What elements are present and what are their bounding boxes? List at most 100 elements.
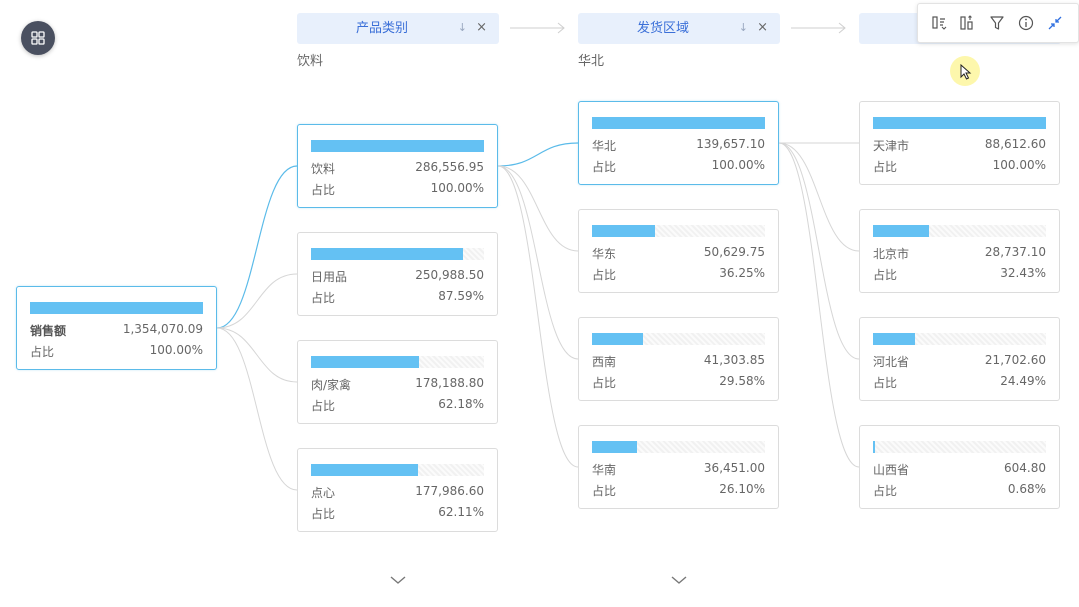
node-value: 50,629.75	[703, 245, 765, 259]
bar-track	[592, 333, 765, 345]
node-card-beverage[interactable]: 饮料 286,556.95 占比 100.00%	[297, 124, 498, 208]
node-card-hebei[interactable]: 河北省 21,702.60 占比 24.49%	[859, 317, 1060, 401]
column-header-product-category[interactable]: 产品类别 ↓ ×	[297, 13, 499, 44]
bar-track	[592, 117, 765, 129]
link-beverage-east	[497, 165, 579, 252]
close-icon[interactable]: ×	[476, 13, 487, 43]
node-card-snacks[interactable]: 点心 177,986.60 占比 62.11%	[297, 448, 498, 532]
bar-track	[873, 117, 1046, 129]
link-north-shanxi	[778, 142, 860, 468]
menu-grid-button[interactable]	[21, 21, 55, 55]
node-label: 天津市	[873, 139, 910, 153]
node-label: 河北省	[873, 355, 910, 369]
node-card-beijing[interactable]: 北京市 28,737.10 占比 32.43%	[859, 209, 1060, 293]
node-card-meat-poultry[interactable]: 肉/家禽 178,188.80 占比 62.18%	[297, 340, 498, 424]
chevron-down-icon[interactable]	[388, 574, 408, 586]
link-north-hebei	[778, 142, 860, 360]
filter-icon[interactable]	[988, 14, 1006, 32]
bar-fill	[592, 333, 643, 345]
bar-fill	[873, 225, 929, 237]
node-card-tianjin[interactable]: 天津市 88,612.60 占比 100.00%	[859, 101, 1060, 185]
node-card-shanxi[interactable]: 山西省 604.80 占比 0.68%	[859, 425, 1060, 509]
bar-track	[311, 248, 484, 260]
link-root-snack	[216, 327, 298, 491]
node-pct-label: 占比	[311, 183, 336, 197]
node-pct: 87.59%	[438, 289, 484, 303]
node-pct: 29.58%	[719, 374, 765, 388]
node-card-south-china[interactable]: 华南 36,451.00 占比 26.10%	[578, 425, 779, 509]
node-pct: 62.11%	[438, 505, 484, 519]
node-value: 139,657.10	[696, 137, 765, 151]
bar-fill	[311, 356, 419, 368]
bar-fill	[592, 117, 765, 129]
node-value: 286,556.95	[415, 160, 484, 174]
bar-track	[592, 441, 765, 453]
node-pct: 100.00%	[992, 158, 1046, 172]
node-pct-label: 占比	[873, 160, 898, 174]
bar-track	[873, 333, 1046, 345]
node-card-southwest[interactable]: 西南 41,303.85 占比 29.58%	[578, 317, 779, 401]
bar-track	[311, 140, 484, 152]
collapse-icon[interactable]	[1046, 14, 1064, 32]
mouse-pointer-icon	[960, 64, 972, 80]
node-pct-label: 占比	[592, 376, 617, 390]
node-card-daily-goods[interactable]: 日用品 250,988.50 占比 87.59%	[297, 232, 498, 316]
node-label: 饮料	[311, 162, 336, 176]
node-pct-label: 占比	[592, 268, 617, 282]
node-pct: 100.00%	[711, 158, 765, 172]
node-pct-label: 占比	[311, 399, 336, 413]
column-header-label: 产品类别	[355, 21, 408, 36]
bar-fill	[311, 464, 418, 476]
node-pct: 32.43%	[1000, 266, 1046, 280]
node-value: 21,702.60	[984, 353, 1046, 367]
link-beverage-north	[497, 142, 579, 167]
node-label: 西南	[592, 355, 617, 369]
node-label: 北京市	[873, 247, 910, 261]
bar-fill	[592, 225, 655, 237]
node-value: 250,988.50	[415, 268, 484, 282]
node-pct: 36.25%	[719, 266, 765, 280]
node-label: 销售额	[30, 324, 67, 338]
column-header-shipping-region[interactable]: 发货区域 ↓ ×	[578, 13, 780, 44]
node-label: 山西省	[873, 463, 910, 477]
bar-fill	[311, 140, 484, 152]
close-icon[interactable]: ×	[757, 13, 768, 43]
node-pct: 0.68%	[1007, 482, 1046, 496]
bar-compare-icon[interactable]	[958, 14, 976, 32]
grid-icon	[31, 31, 45, 45]
sort-icon[interactable]: ↓	[458, 21, 467, 34]
chart-toolbar	[917, 3, 1079, 43]
node-label: 点心	[311, 486, 336, 500]
info-icon[interactable]	[1017, 14, 1035, 32]
node-card-east-china[interactable]: 华东 50,629.75 占比 36.25%	[578, 209, 779, 293]
arrow-right-icon	[791, 22, 846, 34]
sort-icon[interactable]: ↓	[739, 21, 748, 34]
column-breadcrumb: 饮料	[297, 54, 324, 69]
chevron-down-icon[interactable]	[669, 574, 689, 586]
bar-track	[311, 464, 484, 476]
node-value: 1,354,070.09	[122, 322, 203, 336]
bar-fill	[311, 248, 463, 260]
node-label: 华东	[592, 247, 617, 261]
node-value: 41,303.85	[703, 353, 765, 367]
link-root-daily	[216, 273, 298, 329]
node-pct: 24.49%	[1000, 374, 1046, 388]
node-label: 日用品	[311, 270, 348, 284]
bar-fill	[873, 441, 875, 453]
node-value: 88,612.60	[984, 137, 1046, 151]
bar-track	[873, 225, 1046, 237]
node-card-north-china[interactable]: 华北 139,657.10 占比 100.00%	[578, 101, 779, 185]
node-label: 华南	[592, 463, 617, 477]
link-north-beijing	[778, 142, 860, 252]
node-pct: 100.00%	[430, 181, 484, 195]
node-pct-label: 占比	[873, 268, 898, 282]
sort-switch-icon[interactable]	[930, 14, 948, 32]
node-pct-label: 占比	[592, 160, 617, 174]
bar-track	[30, 302, 203, 314]
bar-fill	[873, 117, 1046, 129]
node-pct-label: 占比	[311, 291, 336, 305]
bar-fill	[592, 441, 637, 453]
node-card-root[interactable]: 销售额 1,354,070.09 占比 100.00%	[16, 286, 217, 370]
node-pct-label: 占比	[592, 484, 617, 498]
bar-track	[592, 225, 765, 237]
